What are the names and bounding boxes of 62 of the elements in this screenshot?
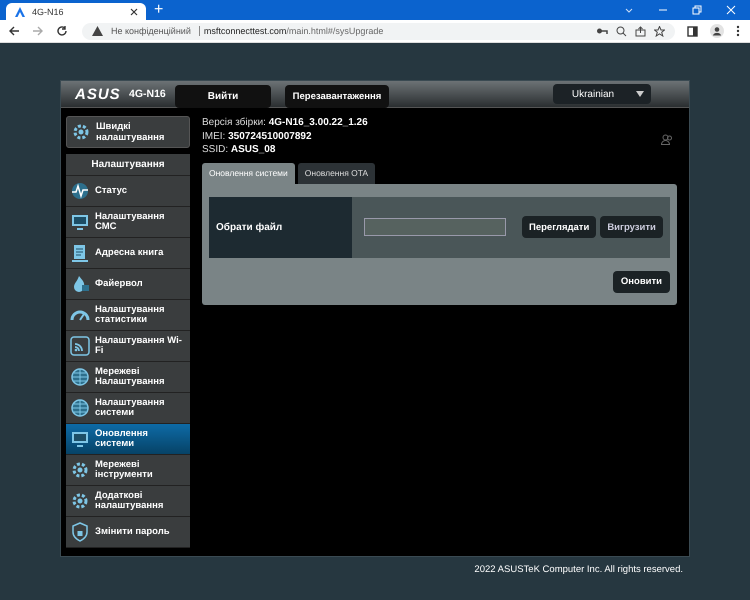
monitor-icon bbox=[70, 212, 90, 232]
address-bar[interactable]: Не конфіденційний msftconnecttest.com/main.html#/sysUpgrade bbox=[82, 22, 675, 40]
menu-item[interactable]: Налаштування статистики bbox=[66, 300, 190, 331]
gear-icon bbox=[70, 491, 90, 511]
gear-icon bbox=[70, 460, 90, 480]
update-button[interactable]: Оновити bbox=[612, 270, 670, 292]
reload-icon[interactable] bbox=[56, 25, 68, 37]
side-panel-icon[interactable] bbox=[687, 26, 698, 36]
more-icon[interactable] bbox=[736, 25, 740, 37]
header-button[interactable]: Перезавантаження bbox=[285, 84, 389, 108]
file-path-field[interactable] bbox=[364, 218, 506, 236]
menu-item[interactable]: Налаштування Wi-Fi bbox=[66, 331, 190, 362]
menu-item[interactable]: Оновлення системи bbox=[66, 424, 190, 455]
star-icon[interactable] bbox=[654, 26, 665, 36]
tab[interactable]: Оновлення системи bbox=[202, 162, 295, 184]
device-info-line: Версія збірки: 4G-N16_3.00.22_1.26 bbox=[202, 116, 369, 130]
wifi-icon bbox=[70, 336, 90, 356]
users-icon[interactable] bbox=[661, 134, 673, 145]
triangle-logo-icon bbox=[14, 6, 26, 18]
dropdown-arrow-icon bbox=[636, 91, 644, 97]
menu-item[interactable]: Змінити пароль bbox=[66, 517, 190, 548]
tab-title: 4G-N16 bbox=[32, 6, 65, 16]
brand-logo: ASUS bbox=[75, 86, 122, 102]
share-icon[interactable] bbox=[635, 26, 646, 36]
pulse-icon bbox=[70, 181, 90, 201]
back-arrow-icon[interactable] bbox=[8, 25, 20, 37]
monitor-icon bbox=[70, 429, 90, 449]
menu-title: Налаштування bbox=[66, 154, 190, 176]
warning-icon bbox=[92, 26, 103, 36]
field-label: Обрати файл bbox=[209, 196, 352, 258]
zoom-icon[interactable] bbox=[616, 26, 627, 36]
menu-item[interactable]: Мережеві Налаштування bbox=[66, 362, 190, 393]
globe-icon bbox=[70, 367, 90, 387]
profile-icon[interactable] bbox=[710, 24, 724, 38]
tab[interactable]: Оновлення OTA bbox=[298, 162, 376, 184]
copyright-text: 2022 ASUSTeK Computer Inc. All rights reserved. bbox=[474, 564, 683, 575]
gear-icon bbox=[71, 122, 91, 142]
menu-item[interactable]: Файервол bbox=[66, 269, 190, 300]
quick-setup-button[interactable]: Швидкі налаштування bbox=[66, 116, 190, 148]
restore-icon[interactable] bbox=[692, 5, 702, 15]
file-button[interactable]: Переглядати bbox=[522, 216, 596, 238]
language-select[interactable]: Ukrainian bbox=[553, 84, 651, 104]
model-name: 4G-N16 bbox=[129, 88, 167, 100]
menu-item[interactable]: Налаштування системи bbox=[66, 393, 190, 424]
device-info-line: SSID: ASUS_08 bbox=[202, 143, 276, 156]
menu-item[interactable]: Статус bbox=[66, 176, 190, 207]
shield-lock-icon bbox=[70, 522, 90, 542]
key-icon[interactable] bbox=[596, 26, 608, 36]
file-button[interactable]: Вигрузити bbox=[600, 216, 663, 238]
device-info-line: IMEI: 350724510007892 bbox=[202, 130, 313, 143]
menu-item[interactable]: Налаштування СМС bbox=[66, 207, 190, 238]
menu-item[interactable]: Додаткові налаштування bbox=[66, 486, 190, 517]
browser-tab[interactable]: 4G-N16 bbox=[6, 3, 146, 20]
header-button[interactable]: Вийти bbox=[175, 84, 271, 108]
new-tab-button[interactable]: + bbox=[154, 2, 164, 18]
url-text: msftconnecttest.com/main.html#/sysUpgrade bbox=[204, 26, 384, 36]
close-icon[interactable] bbox=[130, 8, 138, 16]
menu-item[interactable]: Мережеві інструменти bbox=[66, 455, 190, 486]
notepad-icon bbox=[70, 243, 90, 263]
globe-icon bbox=[70, 398, 90, 418]
menu-item[interactable]: Адресна книга bbox=[66, 238, 190, 269]
security-label: Не конфіденційний bbox=[111, 26, 191, 36]
